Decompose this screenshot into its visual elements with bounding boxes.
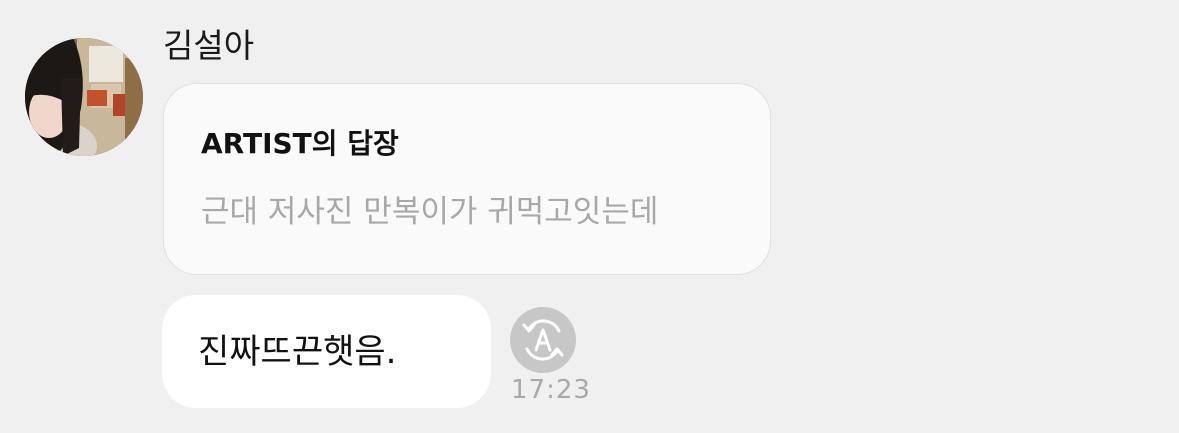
sender-name: 김설아 [163,26,255,65]
quoted-reply-text: 근대 저사진 만복이가 귀먹고잇는데 [201,194,659,230]
avatar[interactable] [25,38,143,156]
auto-translate-button[interactable] [510,307,576,373]
reply-label: ARTIST의 답장 [201,127,399,160]
auto-translate-icon [522,319,564,361]
message-timestamp: 17:23 [511,375,591,405]
message-bubble[interactable]: 진짜뜨끈햇음. [162,295,491,408]
message-text: 진짜뜨끈햇음. [198,332,397,372]
reply-card[interactable]: ARTIST의 답장 근대 저사진 만복이가 귀먹고잇는데 [163,83,771,275]
profile-photo-icon [25,38,143,156]
